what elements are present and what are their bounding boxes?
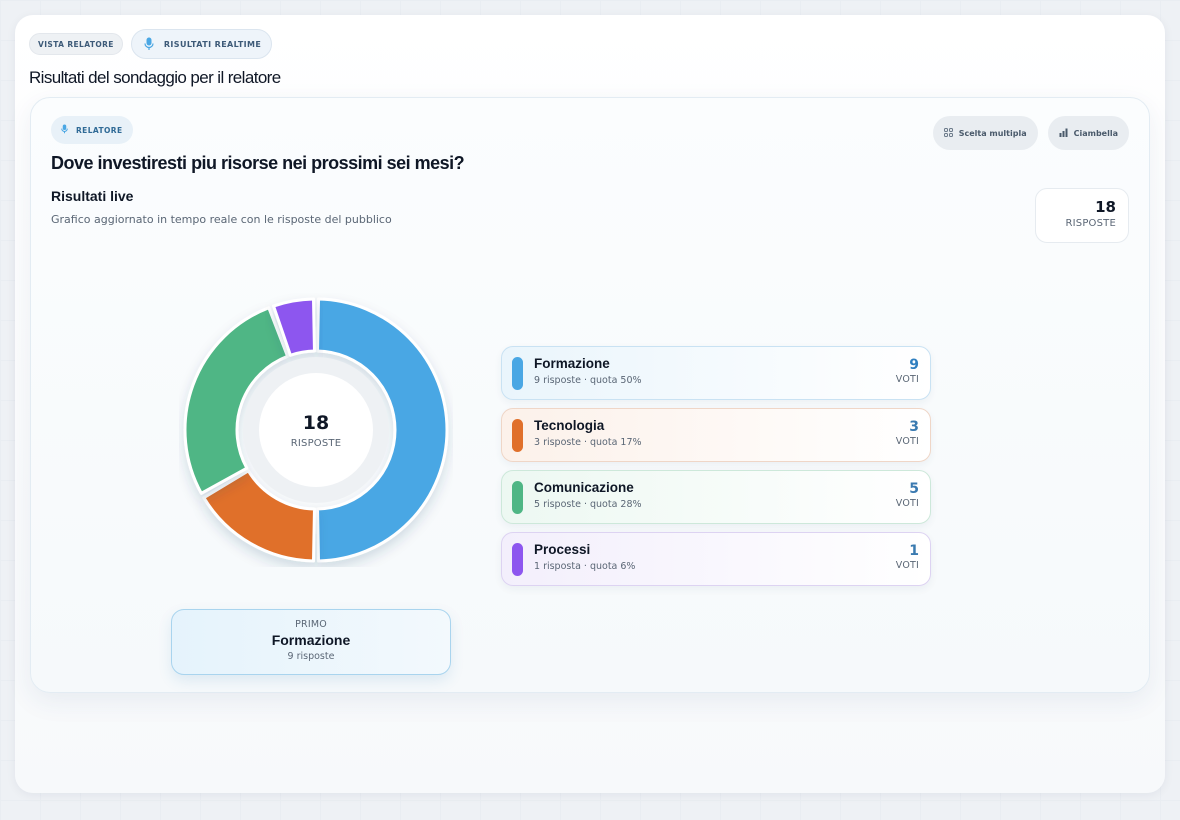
legend-option-meta: 3 risposte · quota 17% <box>534 437 642 448</box>
donut-center-label: RISPOSTE <box>290 437 342 449</box>
legend-votes: 5 VOTI <box>896 481 919 509</box>
legend-color-bar <box>512 419 523 452</box>
top-option-kicker: PRIMO <box>295 619 327 630</box>
legend-option-meta: 5 risposte · quota 28% <box>534 499 642 510</box>
legend-vote-unit: VOTI <box>895 374 919 385</box>
results-card: RELATORE Scelta multipla Ciambella Dove … <box>30 97 1150 693</box>
app-window: VISTA RELATORE RISULTATI REALTIME Risult… <box>15 15 1165 793</box>
legend-vote-unit: VOTI <box>895 436 919 447</box>
section-subtitle: Grafico aggiornato in tempo reale con le… <box>51 213 392 226</box>
legend-option-name: Comunicazione <box>534 480 634 495</box>
tab-speaker-view[interactable]: VISTA RELATORE <box>29 33 123 55</box>
tab-realtime-results[interactable]: RISULTATI REALTIME <box>130 29 273 59</box>
legend-row[interactable]: Formazione 9 risposte · quota 50% 9 VOTI <box>501 346 931 400</box>
legend-vote-unit: VOTI <box>895 560 919 571</box>
legend-color-bar <box>512 481 523 514</box>
legend-votes: 1 VOTI <box>896 543 919 571</box>
multiple-choice-label: Scelta multipla <box>958 128 1027 138</box>
legend-votes: 3 VOTI <box>896 419 919 447</box>
total-responses-box: 18 RISPOSTE <box>1035 188 1129 243</box>
legend-row[interactable]: Processi 1 risposta · quota 6% 1 VOTI <box>501 532 931 586</box>
multiple-choice-chip[interactable]: Scelta multipla <box>932 116 1038 150</box>
legend-vote-count: 5 <box>909 481 919 497</box>
section-title: Risultati live <box>51 188 134 204</box>
legend-option-name: Tecnologia <box>534 418 605 433</box>
legend-vote-count: 9 <box>909 357 919 373</box>
tab-speaker-label: VISTA RELATORE <box>38 39 114 49</box>
legend-row[interactable]: Comunicazione 5 risposte · quota 28% 5 V… <box>501 470 931 524</box>
results-legend: Formazione 9 risposte · quota 50% 9 VOTI… <box>501 346 931 594</box>
question-chips: Scelta multipla Ciambella <box>932 116 1129 150</box>
legend-color-bar <box>512 543 523 576</box>
top-option-responses: 9 risposte <box>287 651 335 662</box>
donut-chart-label: Ciambella <box>1073 128 1118 138</box>
tab-realtime-label: RISULTATI REALTIME <box>163 39 262 49</box>
legend-vote-unit: VOTI <box>895 498 919 509</box>
view-tabs: VISTA RELATORE RISULTATI REALTIME <box>29 29 273 59</box>
role-label: RELATORE <box>76 125 123 135</box>
total-responses-count: 18 <box>1095 198 1116 216</box>
top-option-name: Formazione <box>271 632 351 648</box>
legend-option-meta: 9 risposte · quota 50% <box>534 375 642 386</box>
grid-icon <box>943 127 953 139</box>
legend-votes: 9 VOTI <box>896 357 919 385</box>
legend-option-meta: 1 risposta · quota 6% <box>534 561 636 572</box>
poll-question: Dove investiresti piu risorse nei prossi… <box>51 153 465 173</box>
donut-center-count: 18 <box>302 411 330 434</box>
legend-row[interactable]: Tecnologia 3 risposte · quota 17% 3 VOTI <box>501 408 931 462</box>
donut-center: 18 RISPOSTE <box>259 373 373 487</box>
role-badge: RELATORE <box>51 116 133 144</box>
donut-chart: 18 RISPOSTE <box>179 293 453 567</box>
microphone-icon <box>61 124 68 136</box>
legend-vote-count: 3 <box>909 419 919 435</box>
page-title: Risultati del sondaggio per il relatore <box>29 68 281 87</box>
legend-color-bar <box>512 357 523 390</box>
microphone-icon <box>142 35 156 53</box>
legend-option-name: Formazione <box>534 356 610 371</box>
legend-vote-count: 1 <box>909 543 919 559</box>
bar-chart-icon <box>1059 128 1068 139</box>
total-responses-label: RISPOSTE <box>1065 218 1116 229</box>
top-option-card: PRIMO Formazione 9 risposte <box>171 609 451 675</box>
legend-option-name: Processi <box>534 542 591 557</box>
donut-chart-chip[interactable]: Ciambella <box>1047 116 1129 150</box>
